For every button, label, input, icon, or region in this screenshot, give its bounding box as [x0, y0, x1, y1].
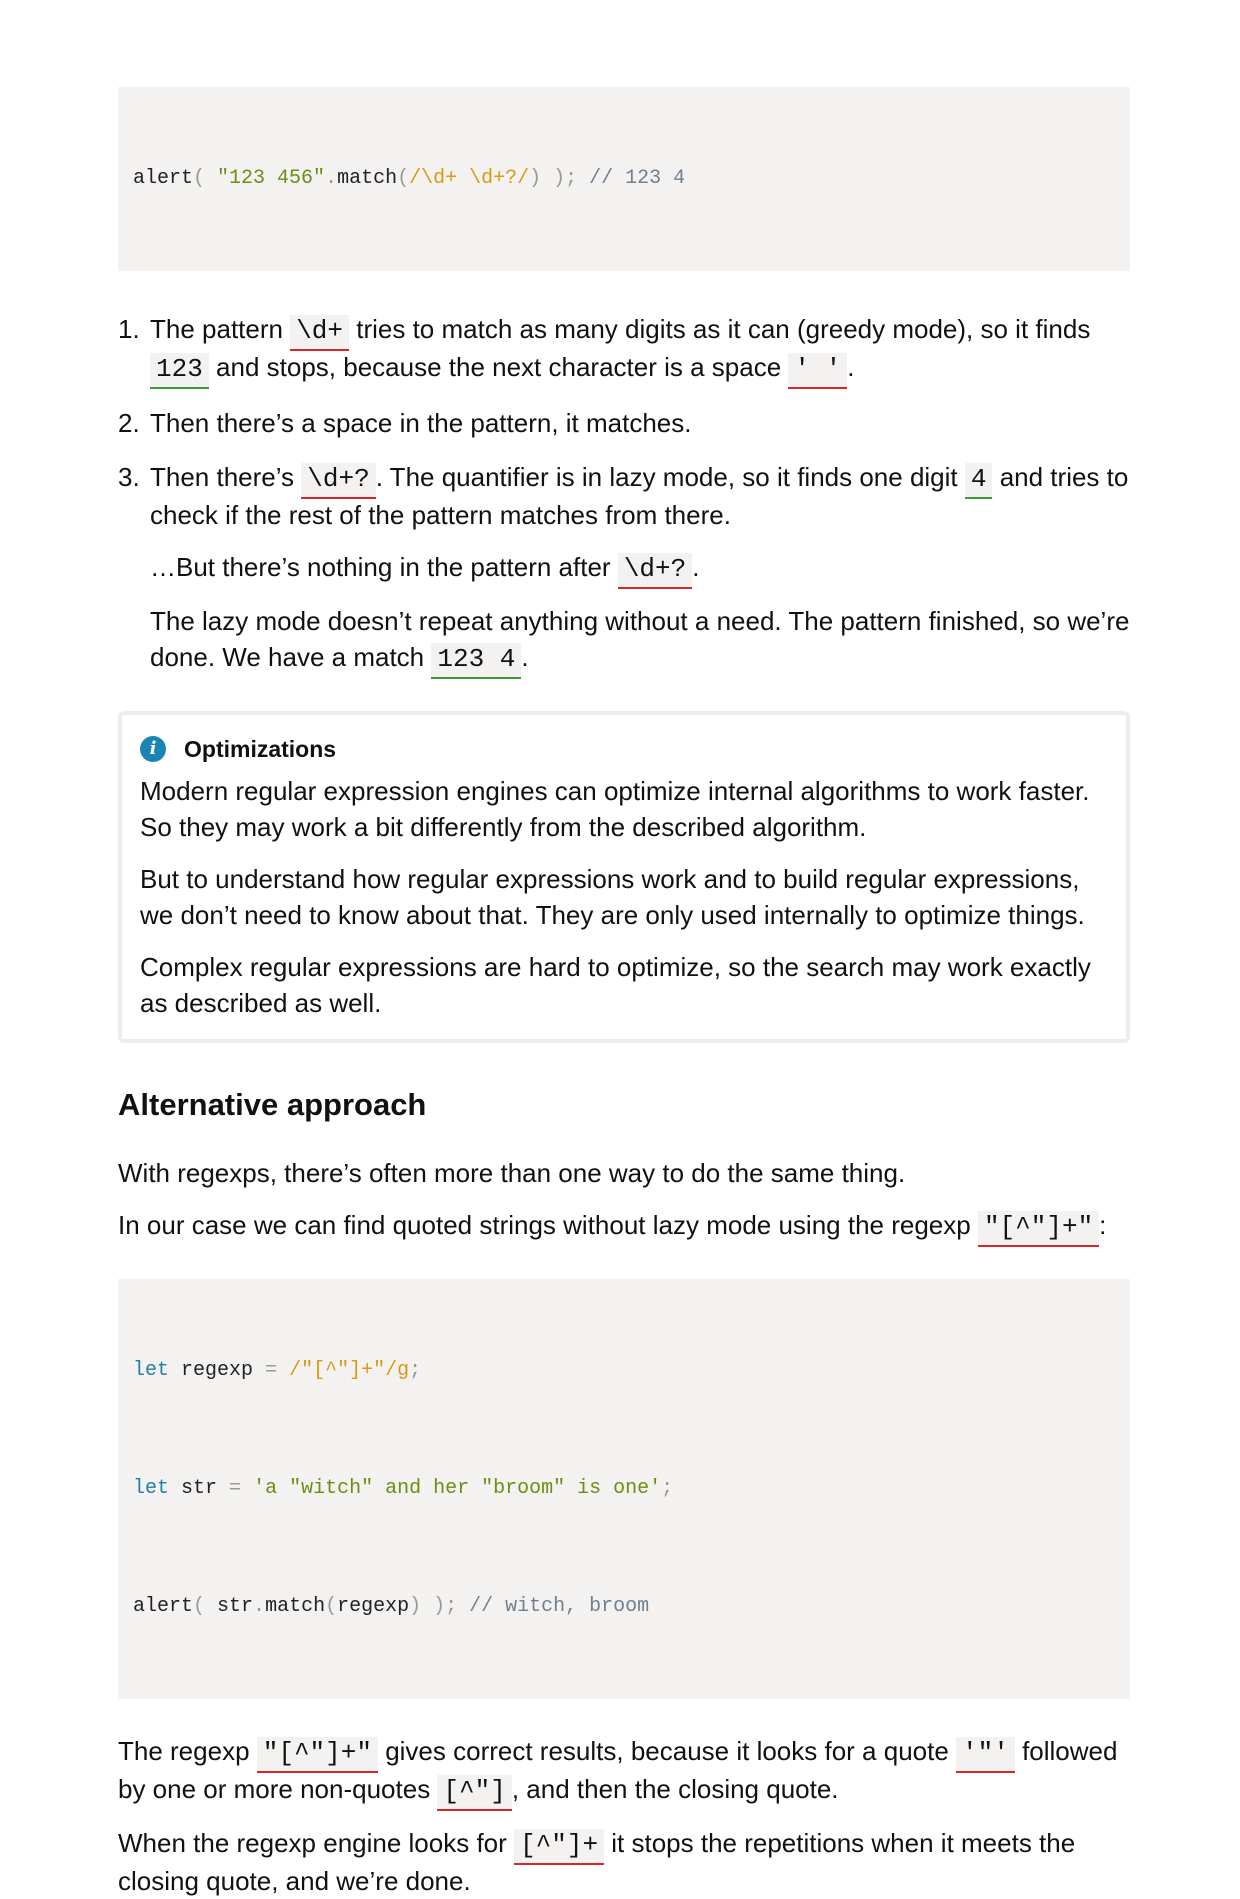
text-run: . [521, 642, 529, 672]
text-run: , and then the closing quote. [511, 1774, 839, 1804]
text-run: . The quantifier is in lazy mode, so it … [375, 462, 965, 492]
text-run: gives correct results, because it looks … [377, 1736, 957, 1766]
code-token: ) ); [529, 167, 590, 190]
intro-paragraph: With regexps, there’s often more than on… [118, 1158, 906, 1188]
text-run: The pattern [150, 314, 291, 344]
text-run: The lazy mode doesn’t repeat anything wi… [150, 606, 1130, 672]
text-run: Then there’s [150, 462, 302, 492]
inline-code: ' ' [788, 353, 848, 389]
step-paragraph: Then there’s \d+?. The quantifier is in … [150, 459, 1130, 533]
code-token: /\d+ \d+?/ [409, 167, 530, 190]
inline-code: "[^"]+" [256, 1737, 378, 1773]
text-run: In our case we can find quoted strings w… [118, 1210, 978, 1240]
code-token: str [169, 1477, 230, 1500]
step-paragraph: Then there’s a space in the pattern, it … [150, 405, 1130, 441]
code-token: = [229, 1477, 242, 1500]
step-item: 1. The pattern \d+ tries to match as many… [118, 311, 1130, 389]
step-paragraph: The lazy mode doesn’t repeat anything wi… [150, 603, 1130, 679]
notice-paragraph: Complex regular expressions are hard to … [140, 952, 1091, 1018]
step-item: 3. Then there’s \d+?. The quantifier is i… [118, 459, 1130, 679]
code-block-regexp: let regexp = /"[^"]+"/g; let str = 'a "w… [118, 1279, 1130, 1699]
code-token: str [217, 1595, 254, 1618]
text-run: . [692, 552, 700, 582]
inline-code: \d+? [617, 553, 693, 589]
code-token: ) ); [409, 1595, 470, 1618]
closing-paragraph: When the regexp engine looks for [^"]+ i… [118, 1825, 1130, 1899]
code-token: ( [325, 1595, 338, 1618]
text-run: tries to match as many digits as it can … [349, 314, 1091, 344]
section-heading: Alternative approach [118, 1087, 427, 1122]
step-paragraph: The pattern \d+ tries to match as many d… [150, 311, 1130, 389]
inline-code: 4 [964, 463, 993, 499]
info-icon: i [140, 736, 166, 762]
code-token: . [325, 167, 338, 190]
code-line: alert( "123 456".match(/\d+ \d+?/) ); //… [133, 164, 1115, 194]
notice-title: Optimizations [184, 736, 337, 762]
inline-code: \d+ [290, 315, 350, 351]
step-number: 2. [118, 408, 140, 438]
step-number: 1. [118, 314, 140, 344]
code-token: ; [661, 1477, 674, 1500]
text-run: : [1099, 1210, 1107, 1240]
case-paragraph: In our case we can find quoted strings w… [118, 1207, 1130, 1247]
code-token: regexp [169, 1359, 266, 1382]
code-token: regexp [337, 1595, 410, 1618]
code-token: match [265, 1595, 326, 1618]
text-run: …But there’s nothing in the pattern afte… [150, 552, 618, 582]
inline-code: 123 4 [431, 643, 522, 679]
text-run: The regexp [118, 1736, 257, 1766]
code-token: ( [193, 1595, 218, 1618]
code-token: alert [133, 167, 194, 190]
text-run: . [847, 352, 855, 382]
code-token: ; [409, 1359, 422, 1382]
code-line: let str = 'a "witch" and her "broom" is … [133, 1474, 1115, 1504]
inline-code: '"' [956, 1737, 1015, 1773]
text-run: Then there’s a space in the pattern, it … [150, 408, 692, 438]
code-token: match [337, 167, 398, 190]
code-token: alert [133, 1595, 194, 1618]
code-token: = [265, 1359, 278, 1382]
code-token: let [133, 1359, 170, 1382]
step-item: 2. Then there’s a space in the pattern, i… [118, 405, 1130, 441]
code-line: let regexp = /"[^"]+"/g; [133, 1356, 1115, 1386]
text-run: When the regexp engine looks for [118, 1828, 515, 1858]
notice-paragraph: Modern regular expression engines can op… [140, 776, 1090, 842]
article-page: alert( "123 456".match(/\d+ \d+?/) ); //… [118, 0, 1130, 1899]
code-token: let [133, 1477, 170, 1500]
code-token: // 123 4 [589, 167, 686, 190]
inline-code: [^"]+ [514, 1829, 605, 1865]
inline-code: [^"] [437, 1775, 512, 1811]
code-token: 'a "witch" and her "broom" is one' [253, 1477, 662, 1500]
inline-code: \d+? [301, 463, 376, 499]
notice-paragraph: But to understand how regular expression… [140, 864, 1085, 930]
inline-code: 123 [150, 353, 209, 389]
closing-paragraph: The regexp "[^"]+" gives correct results… [118, 1733, 1130, 1811]
inline-code: "[^"]+" [977, 1211, 1100, 1247]
text-run: and stops, because the next character is… [208, 352, 789, 382]
step-number: 3. [118, 462, 140, 492]
code-token: ( [193, 167, 218, 190]
notice-header: i Optimizations [140, 731, 1108, 767]
code-token: . [253, 1595, 266, 1618]
code-token: ( [397, 167, 410, 190]
code-token: "123 456" [217, 167, 326, 190]
code-token: /"[^"]+"/g [289, 1359, 410, 1382]
algorithm-steps-list: 1. The pattern \d+ tries to match as many… [118, 311, 1130, 679]
code-token: // witch, broom [469, 1595, 650, 1618]
step-paragraph: …But there’s nothing in the pattern afte… [150, 549, 1130, 589]
optimizations-notice: i Optimizations Modern regular expressio… [118, 711, 1130, 1043]
code-block-match: alert( "123 456".match(/\d+ \d+?/) ); //… [118, 87, 1130, 271]
code-line: alert( str.match(regexp) ); // witch, br… [133, 1592, 1115, 1622]
